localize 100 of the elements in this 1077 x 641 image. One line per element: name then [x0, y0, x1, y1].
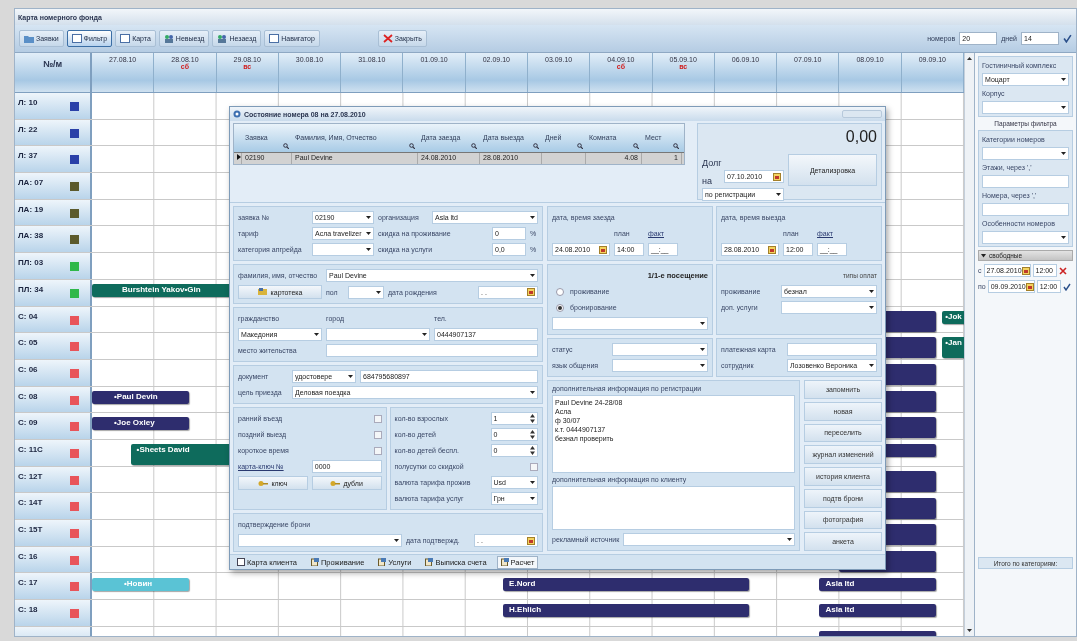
room-cell[interactable]: ЛА: 19 [15, 199, 92, 226]
room-cell[interactable]: С: 09 [15, 413, 92, 439]
booking-bar[interactable]: E.Nord [503, 577, 750, 591]
radio-button[interactable] [556, 287, 564, 296]
room-number: Л: 10 [18, 98, 38, 107]
caret-icon [366, 232, 371, 235]
search-icon[interactable] [471, 143, 477, 149]
room-number: С: 11С [18, 444, 43, 454]
room-cell[interactable]: С: 12Т [15, 466, 92, 493]
checkbox[interactable] [530, 462, 538, 471]
booking-bar[interactable]: •Jan [942, 337, 964, 359]
room-cell[interactable]: С: 18 [15, 600, 92, 626]
page-icon [310, 558, 319, 566]
key-icon [258, 479, 269, 487]
booking-bar[interactable]: •Joe Oxley [92, 417, 190, 431]
spinner-icon[interactable] [530, 430, 535, 439]
room-cell[interactable]: С: 06 [15, 359, 92, 386]
room-cell[interactable]: ПЛ: 03 [15, 253, 92, 279]
calendar-icon[interactable] [768, 245, 776, 254]
input-field[interactable] [787, 343, 877, 356]
room-cell[interactable]: С: 17 [15, 573, 92, 600]
check-icon[interactable] [1063, 34, 1072, 43]
calendar-icon[interactable] [599, 245, 607, 254]
row-pointer-icon [237, 154, 241, 160]
caret-icon [530, 274, 535, 277]
room-number: ПЛ: 03 [18, 258, 44, 268]
calendar-icon[interactable] [1025, 282, 1034, 291]
caret-icon [1061, 106, 1066, 109]
spinner-icon[interactable] [530, 414, 535, 423]
room-number: С: 05 [18, 338, 38, 348]
search-icon[interactable] [533, 143, 539, 149]
search-icon[interactable] [409, 143, 415, 149]
room-number: ЛА: 07 [18, 178, 44, 188]
room-number: С: 12Т [18, 471, 43, 481]
page-icon [378, 558, 387, 566]
room-cell[interactable]: С: 08 [15, 386, 92, 413]
spinner-icon[interactable] [530, 446, 535, 455]
room-cell[interactable]: Л: 10 [15, 93, 92, 119]
search-icon[interactable] [577, 143, 583, 149]
caret-icon [700, 364, 705, 367]
booking-bar[interactable]: Asla ltd [819, 604, 936, 618]
caret-icon [700, 348, 705, 351]
booking-bar[interactable]: •Paul Devin [92, 390, 190, 404]
caret-icon [366, 248, 371, 251]
window-icon [269, 34, 280, 43]
app-icon [233, 110, 241, 118]
room-number: С: 09 [18, 418, 38, 428]
page-icon [425, 558, 434, 566]
caret-icon [366, 216, 371, 219]
room-cell[interactable]: ЛА: 07 [15, 173, 92, 199]
search-icon[interactable] [673, 143, 679, 149]
input-field[interactable] [982, 203, 1069, 216]
calendar-icon[interactable] [527, 288, 535, 296]
room-cell[interactable]: Л: 37 [15, 146, 92, 173]
room-cell[interactable]: ЛА: 38 [15, 226, 92, 253]
search-icon[interactable] [283, 143, 289, 149]
debt-amount: 0,00 [845, 128, 877, 147]
room-number: ЛА: 38 [18, 231, 44, 241]
search-icon[interactable] [633, 143, 639, 149]
calendar-icon[interactable] [527, 536, 535, 545]
notes-field[interactable] [552, 486, 795, 530]
caret-icon [530, 497, 535, 500]
calendar-icon[interactable] [1021, 266, 1030, 275]
radio-button[interactable] [556, 303, 564, 312]
booking-bar[interactable]: •Jok [942, 310, 964, 324]
caret-icon [348, 375, 353, 378]
card-icon [257, 288, 268, 296]
checkbox[interactable] [373, 430, 382, 439]
scroll-up-icon[interactable] [967, 57, 972, 60]
checkbox-icon [237, 558, 245, 566]
room-cell[interactable]: С: 05 [15, 333, 92, 359]
room-cell[interactable]: С: 11С [15, 439, 92, 466]
room-cell[interactable]: Л: 22 [15, 119, 92, 146]
checkbox[interactable] [373, 446, 382, 455]
room-number: С: 08 [18, 391, 38, 401]
room-number: С: 16 [18, 551, 38, 561]
calendar-icon[interactable] [773, 172, 781, 181]
input-field[interactable] [326, 344, 538, 357]
booking-bar[interactable]: Asla ltd [819, 577, 936, 591]
room-number: ЛА: 19 [18, 204, 44, 214]
caret-icon [530, 391, 535, 394]
caret-icon [869, 290, 874, 293]
close-icon[interactable] [1058, 266, 1067, 275]
room-cell[interactable]: С: 15Т [15, 520, 92, 546]
scrollbar[interactable] [964, 53, 974, 636]
caret-icon [1061, 78, 1066, 81]
room-cell[interactable]: С: 16 [15, 546, 92, 573]
room-cell[interactable]: С: 04 [15, 306, 92, 333]
room-cell[interactable]: С: 14Т [15, 493, 92, 519]
input-field[interactable] [982, 175, 1069, 188]
checkbox[interactable] [373, 414, 382, 423]
room-number: С: 17 [18, 578, 38, 588]
room-cell[interactable]: ПЛ: 34 [15, 279, 92, 306]
scroll-down-icon[interactable] [967, 629, 972, 632]
caret-icon [787, 538, 792, 541]
check-icon[interactable] [1062, 282, 1071, 291]
booking-bar[interactable]: H.Ehlich [503, 604, 750, 618]
window-icon [71, 34, 82, 43]
caret-icon [981, 253, 986, 258]
field-label: Долг [702, 158, 723, 168]
